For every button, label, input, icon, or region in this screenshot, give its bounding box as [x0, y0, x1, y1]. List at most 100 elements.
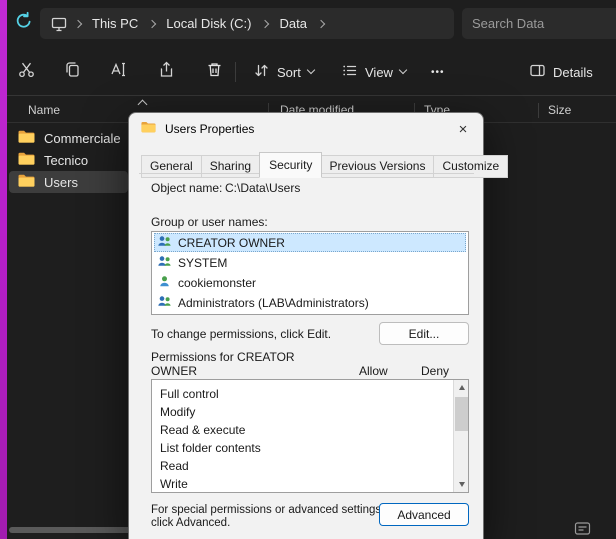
- view-button[interactable]: View: [333, 57, 414, 87]
- advanced-hint-line1: For special permissions or advanced sett…: [151, 503, 384, 517]
- permission-read-execute: Read & execute: [152, 421, 468, 439]
- see-more-button[interactable]: •••: [421, 57, 455, 87]
- breadcrumb-chevron-icon[interactable]: [74, 19, 82, 27]
- close-button[interactable]: ×: [449, 116, 477, 142]
- allow-column-header: Allow: [359, 364, 388, 378]
- permissions-list: Full control Modify Read & execute List …: [151, 379, 469, 493]
- edit-hint: To change permissions, click Edit.: [151, 327, 331, 341]
- file-name: Users: [44, 175, 78, 190]
- cut-button[interactable]: [10, 57, 42, 87]
- toolbar-divider: [235, 62, 236, 82]
- permissions-scrollbar[interactable]: [453, 380, 468, 492]
- principal-name: cookiemonster: [178, 276, 256, 290]
- tab-general[interactable]: General: [141, 155, 202, 178]
- advanced-hint-line2: click Advanced.: [151, 516, 230, 530]
- dialog-tabs: General Sharing Security Previous Versio…: [141, 152, 508, 178]
- file-name: Commerciale: [44, 131, 121, 146]
- permission-read: Read: [152, 457, 468, 475]
- properties-dialog: Users Properties × General Sharing Secur…: [128, 112, 484, 539]
- refresh-icon: [14, 11, 34, 36]
- object-name-value: C:\Data\Users: [225, 181, 300, 195]
- refresh-button[interactable]: [11, 10, 37, 36]
- edit-button[interactable]: Edit...: [379, 322, 469, 345]
- folder-icon: [18, 174, 35, 190]
- principal-name: SYSTEM: [178, 256, 227, 270]
- permission-write: Write: [152, 475, 468, 493]
- chevron-down-icon: [399, 66, 407, 74]
- breadcrumb-data[interactable]: Data: [275, 14, 310, 33]
- tab-sharing[interactable]: Sharing: [202, 155, 260, 178]
- scroll-down-button[interactable]: [454, 477, 469, 492]
- breadcrumb-chevron-icon[interactable]: [148, 19, 156, 27]
- breadcrumb-local-disk[interactable]: Local Disk (C:): [162, 14, 255, 33]
- share-icon: [157, 60, 176, 84]
- sort-button[interactable]: Sort: [245, 57, 322, 87]
- scroll-up-button[interactable]: [454, 380, 469, 395]
- details-label: Details: [553, 65, 593, 80]
- view-label: View: [365, 65, 393, 80]
- permission-full-control: Full control: [152, 385, 468, 403]
- group-icon: [157, 255, 172, 271]
- principal-administrators[interactable]: Administrators (LAB\Administrators): [154, 293, 466, 312]
- breadcrumb-chevron-icon[interactable]: [261, 19, 269, 27]
- details-toggle-button[interactable]: Details: [519, 57, 603, 87]
- permission-modify: Modify: [152, 403, 468, 421]
- principal-name: Administrators (LAB\Administrators): [178, 296, 369, 310]
- permissions-label-line1: Permissions for CREATOR: [151, 350, 295, 364]
- dialog-titlebar: Users Properties: [129, 113, 483, 145]
- scrollbar-thumb[interactable]: [455, 397, 468, 431]
- group-or-user-names-label: Group or user names:: [151, 215, 268, 229]
- breadcrumb-this-pc[interactable]: This PC: [88, 14, 142, 33]
- folder-icon: [141, 120, 156, 138]
- background-app-strip: [0, 0, 7, 539]
- copy-button[interactable]: [56, 57, 88, 87]
- cut-icon: [17, 60, 36, 84]
- share-button[interactable]: [150, 57, 182, 87]
- delete-icon: [205, 60, 224, 84]
- view-toggle-icon[interactable]: [574, 521, 591, 539]
- group-or-user-names-list: CREATOR OWNER SYSTEM cookiemonster Admin…: [151, 231, 469, 315]
- breadcrumb-chevron-icon[interactable]: [317, 19, 325, 27]
- search-input[interactable]: [472, 16, 616, 31]
- breadcrumb: This PC Local Disk (C:) Data: [40, 8, 454, 39]
- details-pane-icon: [529, 62, 546, 82]
- file-row-users[interactable]: Users: [9, 171, 128, 193]
- tab-security[interactable]: Security: [259, 152, 322, 178]
- chevron-down-icon: [307, 66, 315, 74]
- triangle-up-icon: [459, 385, 465, 390]
- tab-customize[interactable]: Customize: [434, 155, 508, 178]
- deny-column-header: Deny: [421, 364, 449, 378]
- view-icon: [341, 62, 358, 82]
- file-name: Tecnico: [44, 153, 88, 168]
- permissions-label-line2: OWNER: [151, 364, 197, 378]
- user-icon: [157, 275, 172, 291]
- dialog-title: Users Properties: [165, 122, 254, 136]
- sort-icon: [253, 62, 270, 82]
- column-header-name[interactable]: Name: [28, 100, 60, 120]
- principal-cookiemonster[interactable]: cookiemonster: [154, 273, 466, 292]
- file-row-tecnico[interactable]: Tecnico: [9, 149, 128, 171]
- more-icon: •••: [431, 67, 445, 78]
- permission-list-folder-contents: List folder contents: [152, 439, 468, 457]
- advanced-button[interactable]: Advanced: [379, 503, 469, 526]
- explorer-window: This PC Local Disk (C:) Data: [0, 0, 616, 539]
- horizontal-scrollbar[interactable]: [9, 527, 137, 533]
- principal-system[interactable]: SYSTEM: [154, 253, 466, 272]
- command-bar: Sort View ••• Details: [7, 48, 616, 96]
- sort-label: Sort: [277, 65, 301, 80]
- tab-previous-versions[interactable]: Previous Versions: [321, 155, 434, 178]
- triangle-down-icon: [459, 482, 465, 487]
- search-box: [462, 8, 616, 39]
- this-pc-icon: [50, 15, 68, 33]
- principal-creator-owner[interactable]: CREATOR OWNER: [154, 233, 466, 252]
- rename-button[interactable]: [102, 57, 134, 87]
- group-icon: [157, 295, 172, 311]
- column-separator[interactable]: [538, 103, 539, 118]
- principal-name: CREATOR OWNER: [178, 236, 285, 250]
- folder-icon: [18, 152, 35, 168]
- file-row-commerciale[interactable]: Commerciale: [9, 127, 128, 149]
- folder-icon: [18, 130, 35, 146]
- object-name-label: Object name:: [151, 181, 222, 195]
- delete-button[interactable]: [198, 57, 230, 87]
- column-header-size[interactable]: Size: [548, 100, 571, 120]
